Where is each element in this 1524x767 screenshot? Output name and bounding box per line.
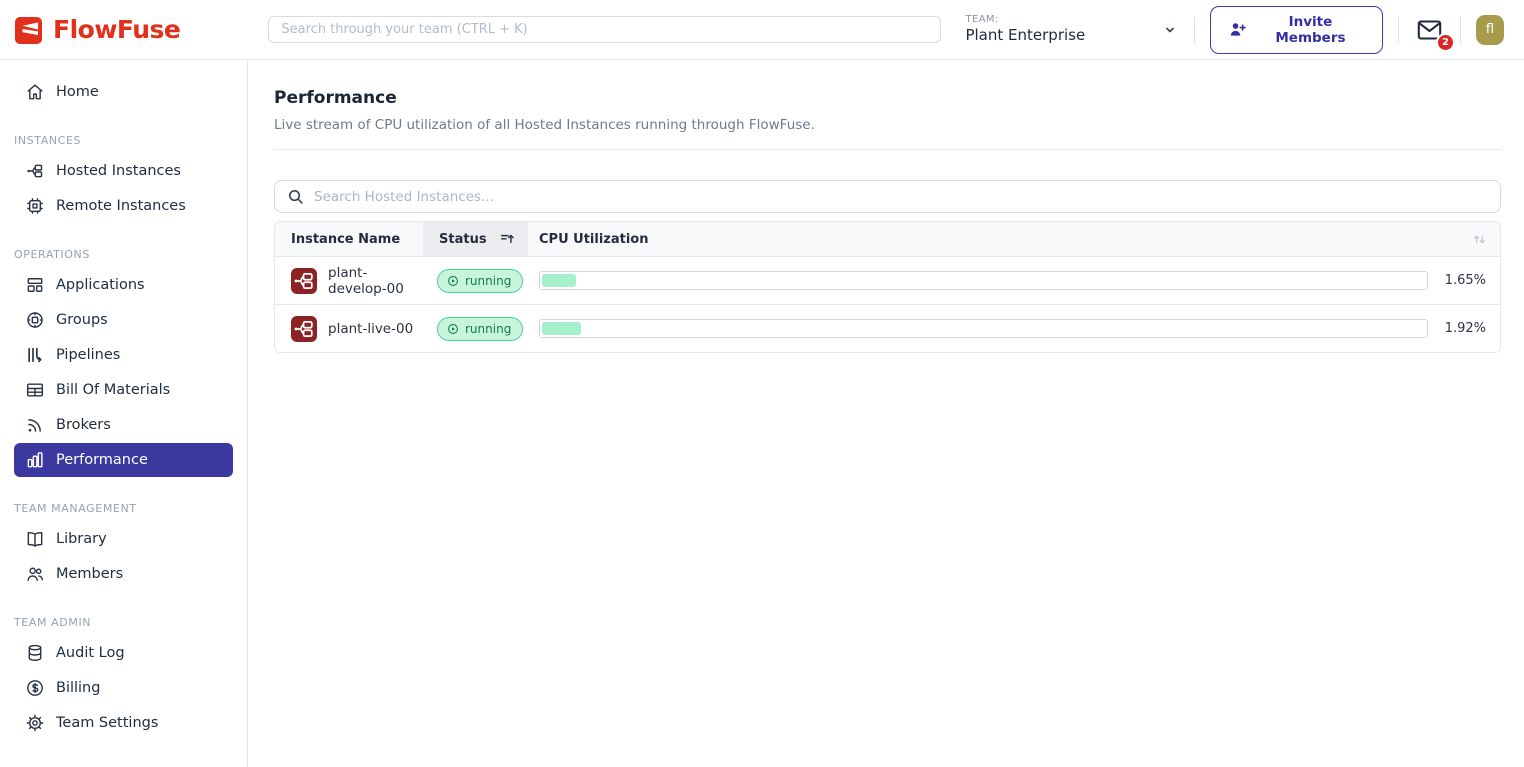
page-subtitle: Live stream of CPU utilization of all Ho… bbox=[274, 117, 1501, 133]
sidebar-item-label: Team Settings bbox=[56, 715, 158, 731]
sort-arrows-icon[interactable] bbox=[1438, 222, 1500, 256]
team-label: TEAM: bbox=[965, 14, 1085, 27]
sidebar-section-team-management: TEAM MANAGEMENT bbox=[0, 502, 247, 515]
header-divider bbox=[1398, 17, 1399, 43]
sidebar-item-home[interactable]: Home bbox=[14, 75, 233, 109]
title-divider bbox=[274, 149, 1501, 150]
cpu-utilization-bar bbox=[539, 319, 1428, 338]
header-divider bbox=[1460, 17, 1461, 43]
sidebar-item-label: Billing bbox=[56, 680, 100, 696]
sidebar-item-label: Library bbox=[56, 531, 107, 547]
sidebar-item-label: Hosted Instances bbox=[56, 163, 181, 179]
sidebar-item-remote-instances[interactable]: Remote Instances bbox=[14, 189, 233, 223]
performance-table: Instance Name Status CPU Utilization bbox=[274, 221, 1501, 353]
library-icon bbox=[25, 529, 45, 549]
team-selector[interactable]: TEAM: Plant Enterprise bbox=[965, 14, 1178, 45]
audit-log-icon bbox=[25, 643, 45, 663]
home-icon bbox=[25, 82, 45, 102]
sidebar-item-label: Members bbox=[56, 566, 123, 582]
sidebar-item-hosted-instances[interactable]: Hosted Instances bbox=[14, 154, 233, 188]
page-title: Performance bbox=[274, 88, 1501, 108]
table-row[interactable]: plant-live-00 running bbox=[275, 304, 1500, 352]
sidebar-item-label: Applications bbox=[56, 277, 145, 293]
table-row[interactable]: plant-develop-00 running bbox=[275, 256, 1500, 304]
hosted-instances-icon bbox=[25, 161, 45, 181]
header-divider bbox=[1194, 17, 1195, 43]
cpu-percentage: 1.92% bbox=[1438, 321, 1500, 336]
main-content: Performance Live stream of CPU utilizati… bbox=[248, 60, 1524, 767]
sidebar-item-label: Groups bbox=[56, 312, 108, 328]
sidebar-item-audit-log[interactable]: Audit Log bbox=[14, 636, 233, 670]
invite-members-label: Invite Members bbox=[1256, 14, 1365, 46]
sidebar-item-team-settings[interactable]: Team Settings bbox=[14, 706, 233, 740]
sidebar-item-applications[interactable]: Applications bbox=[14, 268, 233, 302]
notification-count-badge: 2 bbox=[1436, 33, 1455, 52]
groups-icon bbox=[25, 310, 45, 330]
hosted-instances-search[interactable] bbox=[274, 180, 1501, 213]
search-icon bbox=[286, 187, 305, 206]
remote-instances-icon bbox=[25, 196, 45, 216]
sidebar: Home INSTANCES Hosted Instances bbox=[0, 60, 248, 767]
notifications-button[interactable]: 2 bbox=[1414, 16, 1445, 44]
sidebar-item-performance[interactable]: Performance bbox=[14, 443, 233, 477]
sidebar-item-library[interactable]: Library bbox=[14, 522, 233, 556]
instance-name: plant-develop-00 bbox=[328, 265, 423, 297]
sort-ascending-icon bbox=[499, 231, 516, 248]
instance-name: plant-live-00 bbox=[328, 321, 413, 337]
team-settings-icon bbox=[25, 713, 45, 733]
sidebar-item-label: Bill Of Materials bbox=[56, 382, 170, 398]
table-header: Instance Name Status CPU Utilization bbox=[275, 222, 1500, 256]
chevron-down-icon bbox=[1161, 21, 1179, 39]
sidebar-item-groups[interactable]: Groups bbox=[14, 303, 233, 337]
flowfuse-logo[interactable]: FlowFuse bbox=[14, 15, 180, 45]
sidebar-item-label: Audit Log bbox=[56, 645, 125, 661]
cpu-utilization-fill bbox=[542, 322, 581, 335]
sidebar-item-label: Home bbox=[56, 84, 99, 100]
sidebar-item-label: Brokers bbox=[56, 417, 111, 433]
hosted-instances-search-input[interactable] bbox=[314, 189, 1489, 205]
pipelines-icon bbox=[25, 345, 45, 365]
applications-icon bbox=[25, 275, 45, 295]
sidebar-item-bill-of-materials[interactable]: Bill Of Materials bbox=[14, 373, 233, 407]
sidebar-section-operations: OPERATIONS bbox=[0, 248, 247, 261]
sidebar-item-pipelines[interactable]: Pipelines bbox=[14, 338, 233, 372]
status-badge: running bbox=[437, 269, 523, 293]
invite-members-button[interactable]: Invite Members bbox=[1210, 6, 1383, 54]
sidebar-item-label: Pipelines bbox=[56, 347, 120, 363]
sidebar-item-billing[interactable]: Billing bbox=[14, 671, 233, 705]
column-header-status[interactable]: Status bbox=[423, 222, 528, 256]
status-badge: running bbox=[437, 317, 523, 341]
column-header-instance-name[interactable]: Instance Name bbox=[275, 222, 423, 256]
sidebar-item-members[interactable]: Members bbox=[14, 557, 233, 591]
bill-of-materials-icon bbox=[25, 380, 45, 400]
column-header-cpu-utilization[interactable]: CPU Utilization bbox=[528, 222, 1438, 256]
play-circle-icon bbox=[446, 322, 460, 336]
performance-icon bbox=[25, 450, 45, 470]
flowfuse-logo-text: FlowFuse bbox=[53, 15, 180, 44]
billing-icon bbox=[25, 678, 45, 698]
cpu-utilization-fill bbox=[542, 274, 576, 287]
avatar[interactable]: fl bbox=[1476, 15, 1504, 45]
sidebar-item-brokers[interactable]: Brokers bbox=[14, 408, 233, 442]
sidebar-section-instances: INSTANCES bbox=[0, 134, 247, 147]
flowfuse-logo-icon bbox=[14, 15, 44, 45]
node-red-instance-icon bbox=[291, 268, 317, 294]
cpu-percentage: 1.65% bbox=[1438, 273, 1500, 288]
node-red-instance-icon bbox=[291, 316, 317, 342]
brokers-icon bbox=[25, 415, 45, 435]
sidebar-section-team-admin: TEAM ADMIN bbox=[0, 616, 247, 629]
play-circle-icon bbox=[446, 274, 460, 288]
members-icon bbox=[25, 564, 45, 584]
cpu-utilization-bar bbox=[539, 271, 1428, 290]
sidebar-item-label: Remote Instances bbox=[56, 198, 186, 214]
team-name: Plant Enterprise bbox=[965, 26, 1085, 45]
sidebar-item-label: Performance bbox=[56, 452, 148, 468]
top-header: FlowFuse TEAM: Plant Enterprise Invite M… bbox=[0, 0, 1524, 60]
team-search-input[interactable] bbox=[268, 16, 941, 43]
user-plus-icon bbox=[1228, 20, 1247, 39]
